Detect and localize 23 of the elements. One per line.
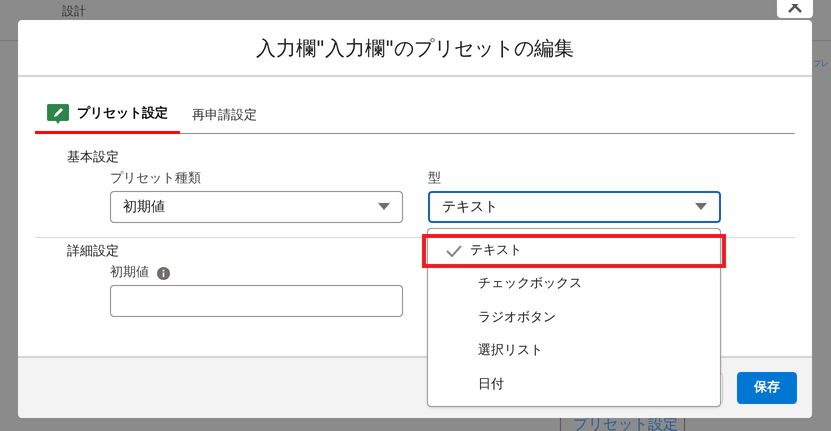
field-label: 初期値 xyxy=(110,264,149,282)
dropdown-option[interactable]: チェックボックス xyxy=(428,268,720,301)
tab[interactable]: 再申請設定 xyxy=(180,97,269,134)
dialog-title: 入力欄"入力欄"のプリセットの編集 xyxy=(256,34,574,62)
dropdown-option[interactable]: ラジオボタン xyxy=(428,300,720,334)
section-title: 基本設定 xyxy=(67,149,119,167)
select-field[interactable]: 初期値 xyxy=(110,191,403,223)
field-label: プリセット種類 xyxy=(110,170,201,188)
dropdown-option[interactable]: テキスト xyxy=(422,234,726,268)
tab[interactable]: プリセット設定 xyxy=(35,97,180,134)
dropdown-option[interactable]: 日付 xyxy=(428,368,720,402)
checkmark-icon xyxy=(446,244,462,257)
close-icon xyxy=(788,4,802,14)
page-heading: 設計 xyxy=(62,3,86,20)
save-button[interactable]: 保存 xyxy=(737,372,797,404)
pencil-icon xyxy=(47,104,69,124)
dropdown-option[interactable]: 選択リスト xyxy=(428,334,720,368)
caret-icon xyxy=(378,203,390,211)
input-field[interactable] xyxy=(110,285,403,317)
section-title: 詳細設定 xyxy=(67,243,119,261)
field-label: 型 xyxy=(428,170,441,188)
caret-icon xyxy=(695,203,707,211)
select-field[interactable]: テキスト xyxy=(428,191,721,223)
